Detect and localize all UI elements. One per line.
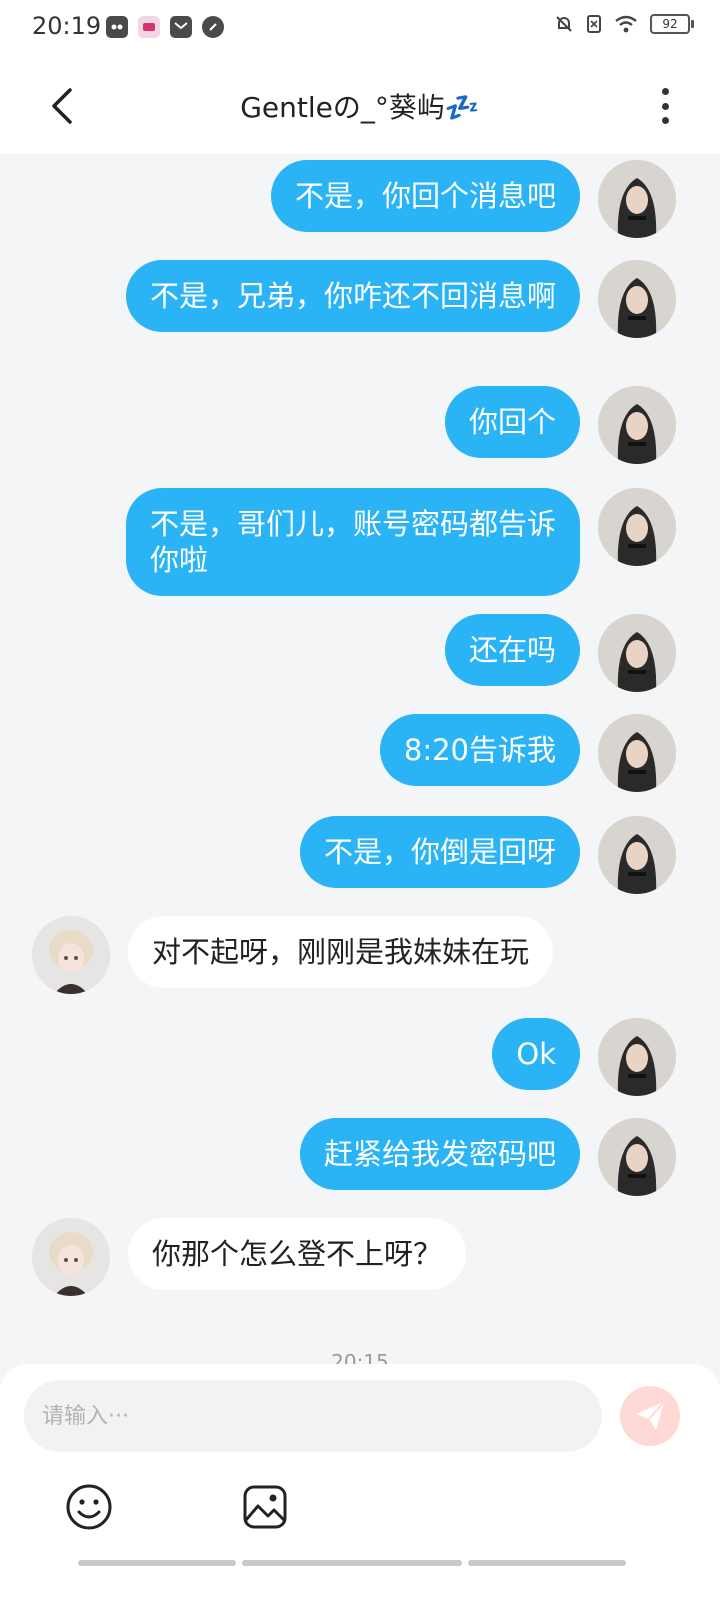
my-message-bubble[interactable]: 不是，你回个消息吧	[270, 160, 580, 232]
my-message-bubble[interactable]: 不是，兄弟，你咋还不回消息啊	[126, 260, 580, 332]
message-row: 你回个	[444, 386, 676, 464]
my-message-bubble[interactable]: 8:20告诉我	[379, 714, 580, 786]
image-button[interactable]	[240, 1482, 290, 1532]
my-avatar[interactable]	[598, 1118, 676, 1196]
emoji-button[interactable]	[64, 1482, 114, 1532]
my-avatar[interactable]	[598, 488, 676, 566]
my-message-bubble[interactable]: 不是，哥们儿，账号密码都告诉你啦	[126, 488, 580, 596]
message-row: 8:20告诉我	[379, 714, 676, 792]
my-message-bubble[interactable]: 赶紧给我发密码吧	[299, 1118, 580, 1190]
contact-message-bubble[interactable]: 对不起呀，刚刚是我妹妹在玩	[128, 916, 554, 988]
status-time: 20:19	[32, 12, 102, 40]
chat-header: Gentleの_°葵屿💤	[0, 58, 720, 154]
app-notification-icon	[106, 16, 128, 38]
message-composer	[0, 1364, 720, 1600]
contact-avatar[interactable]	[32, 916, 110, 994]
gesture-bar-segment	[78, 1560, 236, 1566]
gesture-bar	[78, 1560, 626, 1566]
my-avatar[interactable]	[598, 614, 676, 692]
message-row: 不是，哥们儿，账号密码都告诉你啦	[126, 488, 676, 596]
gesture-bar-segment	[242, 1560, 462, 1566]
my-avatar[interactable]	[598, 260, 676, 338]
contact-message-bubble[interactable]: 你那个怎么登不上呀？	[128, 1218, 467, 1290]
contact-avatar[interactable]	[32, 1218, 110, 1296]
more-dot-icon	[661, 88, 669, 95]
system-status: 92	[554, 14, 694, 34]
message-row: 不是，兄弟，你咋还不回消息啊	[126, 260, 676, 338]
notification-icons	[106, 16, 224, 38]
my-avatar[interactable]	[598, 714, 676, 792]
more-dot-icon	[661, 102, 669, 110]
my-message-bubble[interactable]: Ok	[492, 1018, 580, 1090]
my-message-bubble[interactable]: 你回个	[444, 386, 580, 458]
my-message-bubble[interactable]: 不是，你倒是回呀	[299, 816, 580, 888]
game-notification-icon	[138, 16, 160, 38]
chat-title: Gentleの_°葵屿💤	[240, 91, 480, 124]
mute-bell-icon	[556, 16, 572, 32]
browser-notification-icon	[202, 16, 224, 38]
message-list[interactable]: 不是，你回个消息吧 不是，兄弟，你咋还不回消息啊 你回个 不是，哥们儿，账号密码…	[0, 154, 720, 1390]
mail-notification-icon	[170, 16, 192, 38]
my-avatar[interactable]	[598, 386, 676, 464]
message-input-wrapper[interactable]	[24, 1380, 602, 1452]
my-avatar[interactable]	[598, 816, 676, 894]
message-input[interactable]	[24, 1380, 602, 1452]
image-icon	[243, 1485, 287, 1529]
send-icon	[636, 1401, 665, 1430]
message-row: 还在吗	[444, 614, 676, 692]
my-avatar[interactable]	[598, 1018, 676, 1096]
my-avatar[interactable]	[598, 160, 676, 238]
more-options-button[interactable]	[650, 84, 680, 128]
smiley-icon	[66, 1484, 112, 1530]
gesture-bar-segment	[468, 1560, 626, 1566]
battery-icon: 92	[650, 14, 694, 34]
sim-icon	[587, 15, 601, 33]
status-bar: 20:19 92	[0, 0, 720, 58]
message-row: 赶紧给我发密码吧	[299, 1118, 676, 1196]
send-button[interactable]	[620, 1386, 680, 1446]
message-row: 不是，你回个消息吧	[270, 160, 676, 238]
wifi-icon	[615, 15, 637, 33]
more-dot-icon	[661, 117, 669, 124]
my-message-bubble[interactable]: 还在吗	[444, 614, 580, 686]
message-row: 对不起呀，刚刚是我妹妹在玩	[32, 916, 554, 994]
message-row: 你那个怎么登不上呀？	[32, 1218, 467, 1296]
message-row: 不是，你倒是回呀	[299, 816, 676, 894]
message-row: Ok	[492, 1018, 676, 1096]
